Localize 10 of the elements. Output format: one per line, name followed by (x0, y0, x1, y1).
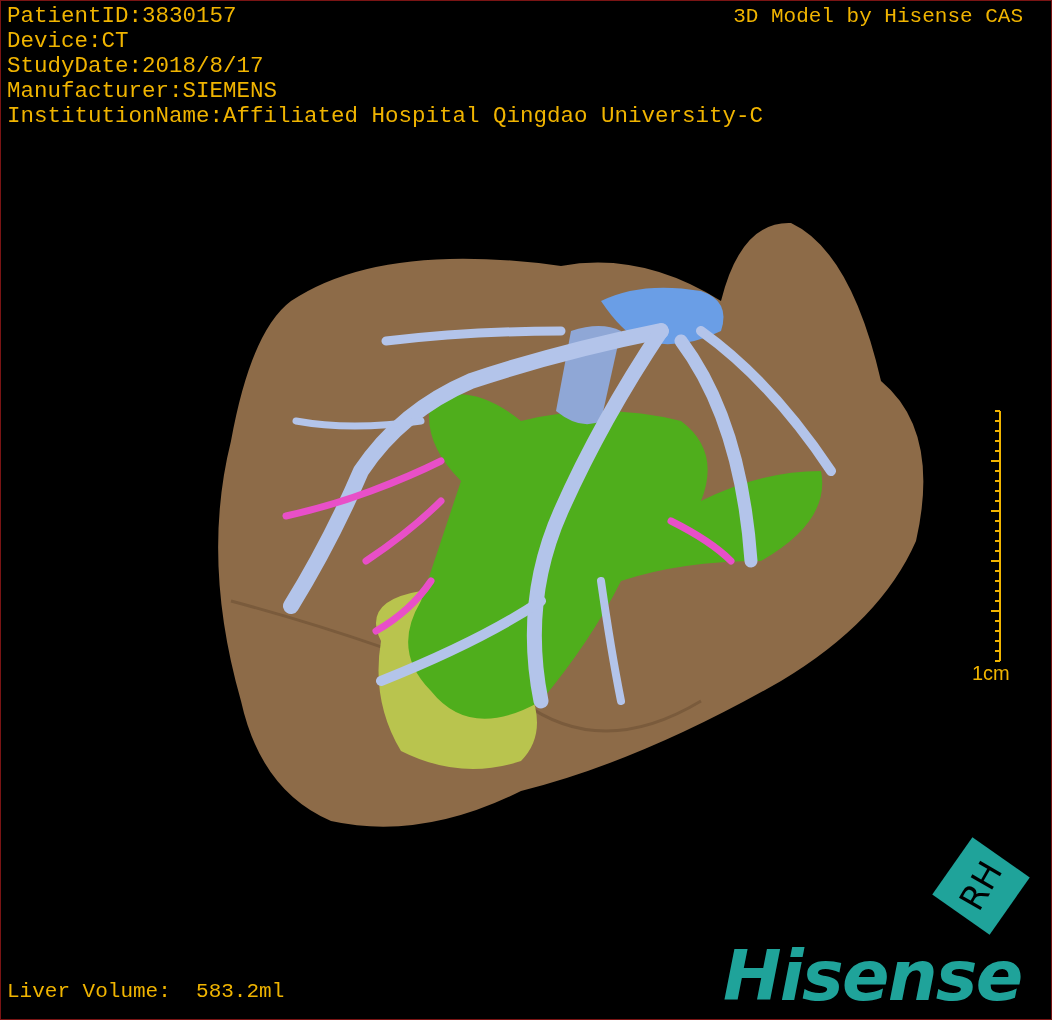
study-info-line: PatientID:3830157 (7, 4, 237, 29)
study-info-line: InstitutionName:Affiliated Hospital Qingdao University-C (7, 104, 764, 129)
study-info-line: Device:CT (7, 29, 129, 54)
model-credit: 3D Model by Hisense CAS (733, 4, 1023, 29)
liver-volume: Liver Volume: 583.2ml (7, 979, 285, 1004)
study-info-line: StudyDate:2018/8/17 (7, 54, 264, 79)
scale-label: 1cm (972, 661, 1010, 686)
logo-badge-letters: RH (953, 856, 1008, 916)
study-info-line: Manufacturer:SIEMENS (7, 79, 278, 104)
logo-wordmark: Hisense (723, 936, 1022, 1016)
